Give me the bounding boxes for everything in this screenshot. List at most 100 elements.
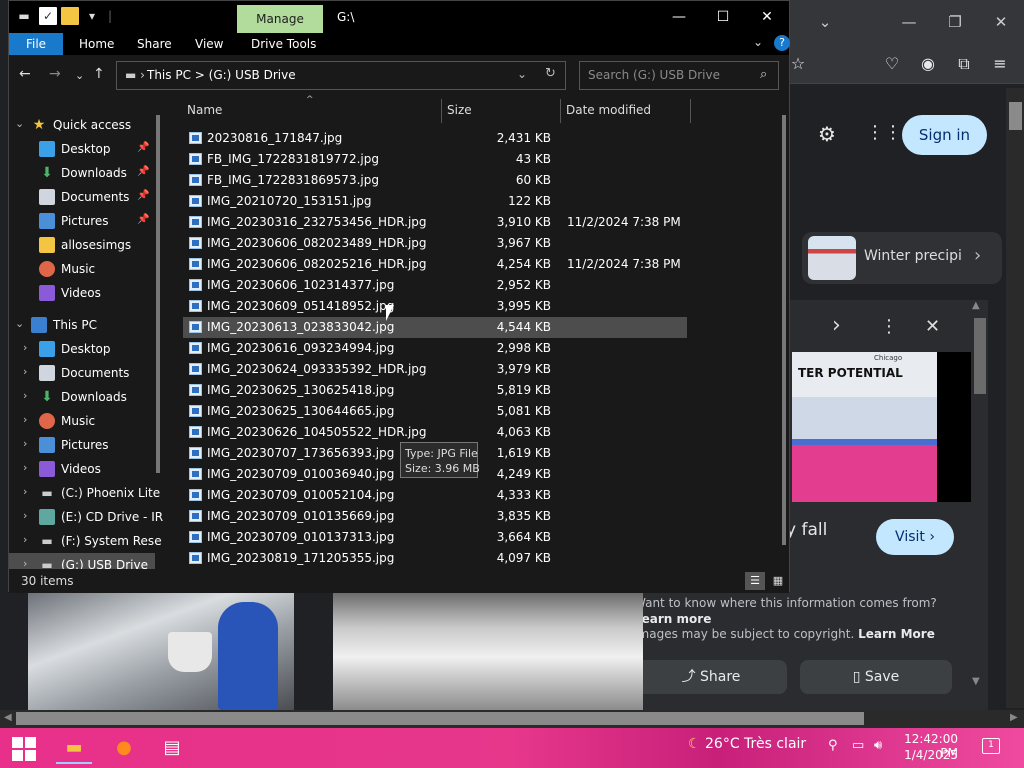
clock-date[interactable]: 1/4/2025 [900,748,958,762]
firefox-taskbar-icon[interactable]: ● [106,732,142,764]
scroll-up-icon[interactable]: ▲ [972,300,980,311]
refresh-icon[interactable]: ↻ [545,66,556,81]
manage-tab[interactable]: Manage [237,5,323,33]
new-folder-icon[interactable] [61,7,79,25]
account-icon[interactable]: ◉ [916,52,940,76]
nav-qa-pictures[interactable]: Pictures 📌 [9,209,155,233]
nav-pc-documents[interactable]: › Documents [9,361,155,385]
person-icon[interactable]: ⚲ [828,738,838,753]
table-row[interactable]: IMG_20230709_010052104.jpg 4,333 KB [183,485,687,506]
chevron-right-icon[interactable]: › [974,245,981,266]
table-row[interactable]: IMG_20230316_232753456_HDR.jpg 3,910 KB 11… [183,212,687,233]
explorer-titlebar[interactable]: ▬ ✓ ▾ | Manage G:\ — ☐ ✕ [9,1,789,33]
column-name[interactable]: Name [187,103,222,117]
search-icon[interactable]: ⌕ [760,67,767,82]
more-options-icon[interactable]: ⋮ [880,316,898,337]
visit-button[interactable]: Visit › [876,519,954,555]
nav-pc-downloads[interactable]: › ⬇ Downloads [9,385,155,409]
nav-drive-f[interactable]: › ▬ (F:) System Rese [9,529,162,553]
table-row[interactable]: IMG_20210720_153151.jpg 122 KB [183,191,687,212]
network-icon[interactable]: ▭ [852,738,864,753]
table-row[interactable]: IMG_20230625_130644665.jpg 5,081 KB [183,401,687,422]
table-row[interactable]: IMG_20230606_102314377.jpg 2,952 KB [183,275,687,296]
settings-gear-icon[interactable]: ⚙ [818,122,836,146]
expanded-chevron-icon[interactable]: ⌄ [15,117,24,130]
column-date-modified[interactable]: Date modified [566,103,651,117]
collapsed-chevron-icon[interactable]: › [23,485,27,498]
menu-icon[interactable]: ≡ [988,52,1012,76]
save-button[interactable]: ▯ Save [800,660,952,694]
minimize-button[interactable]: — [657,5,701,29]
notification-center-icon[interactable]: 1 [982,738,1000,754]
table-row[interactable]: IMG_20230616_093234994.jpg 2,998 KB [183,338,687,359]
column-divider[interactable] [560,99,561,123]
large-icons-view-icon[interactable]: ▦ [769,572,787,590]
table-row[interactable]: IMG_20230709_010137313.jpg 3,664 KB [183,527,687,548]
search-box[interactable]: Search (G:) USB Drive ⌕ [579,61,779,90]
page-vertical-scrollbar[interactable] [1006,88,1024,708]
scroll-left-icon[interactable]: ◀ [4,712,12,723]
table-row[interactable]: IMG_20230626_104505522_HDR.jpg 4,063 KB [183,422,687,443]
browser-minimize-button[interactable]: — [894,8,924,36]
close-button[interactable]: ✕ [745,5,789,29]
nav-this-pc[interactable]: ⌄ This PC [9,313,155,337]
notes-taskbar-icon[interactable]: ▤ [154,732,190,764]
table-row[interactable]: IMG_20230819_171205355.jpg 4,097 KB [183,548,687,569]
weather-map-image[interactable]: Chicago TER POTENTIAL [792,352,937,502]
table-row[interactable]: IMG_20230613_023833042.jpg 4,544 KB [183,317,687,338]
nav-pc-videos[interactable]: › Videos [9,457,155,481]
collapsed-chevron-icon[interactable]: › [23,341,27,354]
panel-scroll-thumb[interactable] [974,318,986,394]
collapsed-chevron-icon[interactable]: › [23,509,27,522]
file-explorer-taskbar-icon[interactable]: ▬ [56,732,92,764]
nav-qa-downloads[interactable]: ⬇ Downloads 📌 [9,161,155,185]
nav-qa-music[interactable]: Music [9,257,155,281]
table-row[interactable]: FB_IMG_1722831869573.jpg 60 KB [183,170,687,191]
nav-drive-e[interactable]: › (E:) CD Drive - IR [9,505,163,529]
collapsed-chevron-icon[interactable]: › [23,365,27,378]
sign-in-button[interactable]: Sign in [902,115,987,155]
table-row[interactable]: IMG_20230625_130625418.jpg 5,819 KB [183,380,687,401]
nav-drive-c[interactable]: › ▬ (C:) Phoenix Lite [9,481,160,505]
tab-file[interactable]: File [9,33,63,55]
details-view-icon[interactable]: ☰ [745,572,765,590]
table-row[interactable]: IMG_20230606_082023489_HDR.jpg 3,967 KB [183,233,687,254]
collapsed-chevron-icon[interactable]: › [23,533,27,546]
horizontal-scroll-thumb[interactable] [16,712,864,725]
collapsed-chevron-icon[interactable]: › [23,557,27,569]
expanded-chevron-icon[interactable]: ⌄ [15,317,24,330]
collapsed-chevron-icon[interactable]: › [23,389,27,402]
nav-scrollbar[interactable] [156,115,160,473]
customize-toolbar-chevron-icon[interactable]: ▾ [83,7,101,25]
windows-start-icon[interactable] [12,737,36,761]
tab-view[interactable]: View [195,33,223,55]
address-history-chevron-icon[interactable]: ⌄ [517,67,527,81]
nav-qa-videos[interactable]: Videos [9,281,155,305]
file-list-scrollbar[interactable] [782,115,786,545]
maximize-button[interactable]: ☐ [701,5,745,29]
address-path[interactable]: This PC > (G:) USB Drive [147,68,296,82]
table-row[interactable]: IMG_20230709_010135669.jpg 3,835 KB [183,506,687,527]
nav-pc-music[interactable]: › Music [9,409,155,433]
expand-ribbon-chevron-icon[interactable]: ⌄ [753,35,763,49]
search-input[interactable]: Search (G:) USB Drive [588,68,720,82]
scroll-right-icon[interactable]: ▶ [1010,712,1018,723]
tab-share[interactable]: Share [137,33,172,55]
collapsed-chevron-icon[interactable]: › [23,461,27,474]
learn-more-link[interactable]: Learn more [634,612,711,626]
extensions-icon[interactable]: ⧉ [952,52,976,76]
nav-quick-access[interactable]: ⌄ ★ Quick access [9,113,155,137]
browser-close-button[interactable]: ✕ [986,8,1016,36]
collapsed-chevron-icon[interactable]: › [23,437,27,450]
table-row[interactable]: IMG_20230609_051418952.jpg 3,995 KB [183,296,687,317]
scroll-down-icon[interactable]: ▼ [972,676,980,687]
snow-photo-street[interactable] [333,592,643,710]
pocket-icon[interactable]: ♡ [880,52,904,76]
nav-drive-g[interactable]: › ▬ (G:) USB Drive [9,553,155,569]
column-divider[interactable] [441,99,442,123]
volume-icon[interactable]: 🔊︎ [874,738,882,753]
collapsed-chevron-icon[interactable]: › [23,413,27,426]
recent-locations-chevron-icon[interactable]: ⌄ [75,69,84,82]
tab-list-chevron-icon[interactable]: ⌄ [810,8,840,36]
browser-restore-button[interactable]: ❐ [940,8,970,36]
